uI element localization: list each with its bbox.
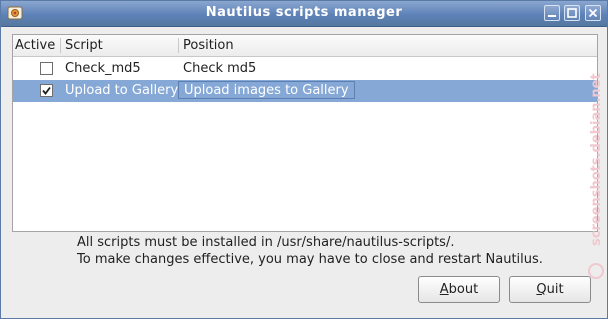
watermark-text: screenshots.debian.net xyxy=(589,73,604,246)
scripts-list[interactable]: Active Script Position Check_md5 Check m… xyxy=(12,34,598,232)
script-name: Check_md5 xyxy=(65,61,141,76)
window-title: Nautilus scripts manager xyxy=(205,5,403,20)
about-label: bout xyxy=(448,282,479,297)
debian-watermark: screenshots.debian.net xyxy=(588,73,604,279)
table-row[interactable]: Check_md5 Check md5 xyxy=(13,58,597,80)
script-position[interactable]: Check md5 xyxy=(183,61,256,76)
minimize-icon xyxy=(548,15,556,17)
info-line-1: All scripts must be installed in /usr/sh… xyxy=(77,235,455,250)
column-separator[interactable] xyxy=(60,38,61,53)
active-checkbox[interactable] xyxy=(40,62,53,75)
maximize-button[interactable] xyxy=(564,5,580,21)
quit-button[interactable]: Quit xyxy=(509,276,591,303)
minimize-button[interactable] xyxy=(544,5,560,21)
app-window: Nautilus scripts manager Active Script P… xyxy=(0,0,608,319)
maximize-icon xyxy=(567,8,577,18)
title-bar[interactable]: Nautilus scripts manager xyxy=(1,1,607,27)
column-header-position[interactable]: Position xyxy=(183,38,234,53)
quit-label: uit xyxy=(546,282,564,297)
checkmark-icon xyxy=(42,86,51,95)
debian-swirl-icon xyxy=(588,263,604,279)
table-row-selected[interactable]: Upload to Gallery Upload images to Galle… xyxy=(13,80,597,102)
column-separator[interactable] xyxy=(178,38,179,53)
script-name: Upload to Gallery xyxy=(65,83,179,98)
about-button[interactable]: About xyxy=(418,276,500,303)
column-header-script[interactable]: Script xyxy=(65,38,103,53)
list-header: Active Script Position xyxy=(13,35,597,57)
quit-mnemonic: Q xyxy=(536,282,547,297)
info-line-2: To make changes effective, you may have … xyxy=(77,252,543,267)
close-icon xyxy=(588,8,598,18)
column-header-active[interactable]: Active xyxy=(15,38,55,53)
position-edit-field[interactable]: Upload images to Gallery xyxy=(178,81,355,99)
active-checkbox[interactable] xyxy=(40,84,53,97)
close-button[interactable] xyxy=(585,5,601,21)
about-mnemonic: A xyxy=(439,282,449,297)
